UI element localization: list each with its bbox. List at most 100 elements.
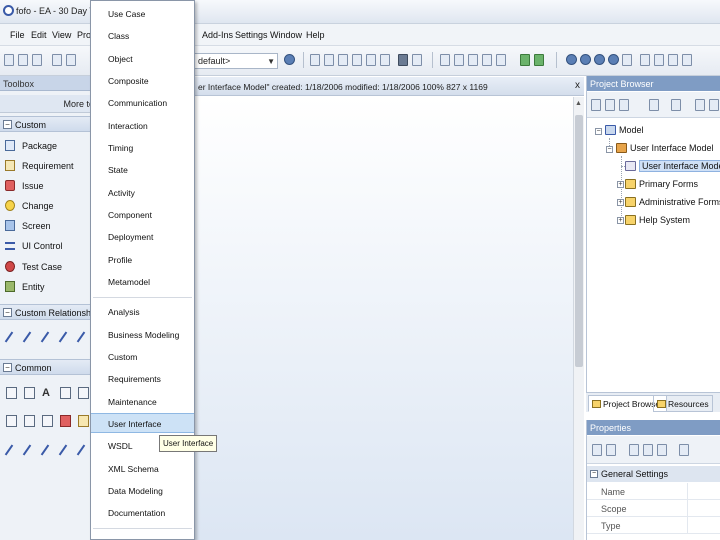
document-icon[interactable] [324, 54, 334, 66]
new-model-icon[interactable] [591, 99, 601, 111]
menu-item-state[interactable]: State [91, 160, 194, 180]
font-icon[interactable] [352, 54, 362, 66]
zoom-out-icon[interactable] [580, 54, 591, 65]
tree-expand-icon[interactable]: + [617, 217, 624, 224]
tree-expand-icon[interactable]: − [595, 128, 602, 135]
new-element-icon[interactable] [649, 99, 659, 111]
layout-bottom-icon[interactable] [496, 54, 506, 66]
property-row-name[interactable]: Name [587, 483, 720, 500]
property-row-type[interactable]: Type [587, 517, 720, 534]
collapse-icon[interactable]: − [3, 308, 12, 317]
menu-file[interactable]: File [10, 30, 25, 40]
tree-expand-icon[interactable]: + [617, 181, 624, 188]
toolbox-item-screen[interactable]: Screen [0, 217, 100, 235]
line-icon[interactable] [412, 54, 422, 66]
save-icon[interactable] [32, 54, 42, 66]
format-icon[interactable] [366, 54, 376, 66]
trace-icon[interactable] [60, 330, 71, 342]
zoom-fit-icon[interactable] [594, 54, 605, 65]
close-icon[interactable]: x [575, 80, 580, 91]
collapse-icon[interactable]: − [3, 120, 12, 129]
menu-item-object[interactable]: Object [91, 49, 194, 69]
menu-item-class[interactable]: Class [91, 26, 194, 46]
menu-item-activity[interactable]: Activity [91, 183, 194, 203]
open-icon[interactable] [18, 54, 28, 66]
toolbox-item-test-case[interactable]: Test Case [0, 258, 100, 276]
constraint-icon[interactable] [24, 415, 35, 427]
group-custom[interactable]: − Custom [0, 116, 100, 132]
cut-icon[interactable] [52, 54, 62, 66]
document-icon[interactable] [24, 387, 35, 399]
property-filter-icon[interactable] [679, 444, 689, 456]
menu-add-ins[interactable]: Add-Ins [202, 30, 233, 40]
property-value[interactable] [687, 500, 720, 517]
tree-expand-icon[interactable]: − [606, 146, 613, 153]
menu-item-component[interactable]: Component [91, 205, 194, 225]
menu-view[interactable]: View [52, 30, 71, 40]
issue-icon[interactable] [60, 415, 71, 427]
menu-item-requirements[interactable]: Requirements [91, 369, 194, 389]
table-icon[interactable] [338, 54, 348, 66]
copy-icon[interactable] [66, 54, 76, 66]
properties-icon[interactable] [640, 54, 650, 66]
tree-expand-icon[interactable]: + [617, 199, 624, 206]
menu-item-maintenance[interactable]: Maintenance [91, 392, 194, 412]
menu-item-use-case[interactable]: Use Case [91, 4, 194, 24]
browser-options-icon[interactable] [671, 99, 681, 111]
zoom-normal-icon[interactable] [608, 54, 619, 65]
menu-item-profile[interactable]: Profile [91, 250, 194, 270]
categorized-icon[interactable] [592, 444, 602, 456]
diagram-style-combo[interactable]: default> ▼ [194, 53, 278, 69]
boundary-icon[interactable] [78, 387, 89, 399]
collapse-icon[interactable]: − [3, 363, 12, 372]
toolbox-item-ui-control[interactable]: UI Control [0, 237, 100, 255]
menu-item-xml-schema[interactable]: XML Schema [91, 459, 194, 479]
menu-window[interactable]: Window [270, 30, 302, 40]
text-icon[interactable]: A [42, 387, 53, 399]
toolbox-item-change[interactable]: Change [0, 197, 100, 215]
menu-item-business-modeling[interactable]: Business Modeling [91, 325, 194, 345]
new-package-icon[interactable] [605, 99, 615, 111]
scroll-up-icon[interactable]: ▲ [575, 100, 582, 107]
layout-center-icon[interactable] [454, 54, 464, 66]
note-icon[interactable] [6, 387, 17, 399]
association-icon[interactable] [6, 330, 17, 342]
layout-top-icon[interactable] [482, 54, 492, 66]
scroll-thumb[interactable] [575, 115, 583, 367]
link-icon[interactable] [24, 443, 35, 455]
menu-item-deployment[interactable]: Deployment [91, 227, 194, 247]
information-flow-icon[interactable] [60, 443, 71, 455]
property-value[interactable] [687, 483, 720, 500]
layout-left-icon[interactable] [440, 54, 450, 66]
more-tools-button[interactable]: More to [0, 95, 100, 113]
new-diagram-icon[interactable] [619, 99, 629, 111]
group-custom-relationships[interactable]: − Custom Relationships [0, 304, 103, 320]
menu-item-interaction[interactable]: Interaction [91, 116, 194, 136]
general-settings-group[interactable]: − General Settings [587, 466, 720, 482]
toolbox-item-requirement[interactable]: Requirement [0, 157, 100, 175]
trace-link-icon[interactable] [78, 443, 89, 455]
property-tool-icon[interactable] [657, 444, 667, 456]
toolbox-item-package[interactable]: Package [0, 137, 100, 155]
zoom-icon[interactable] [284, 54, 295, 65]
settings-icon[interactable] [654, 54, 664, 66]
layout-right-icon[interactable] [468, 54, 478, 66]
package-icon[interactable] [78, 415, 89, 427]
align-icon[interactable] [380, 54, 390, 66]
menu-item-data-modeling[interactable]: Data Modeling [91, 481, 194, 501]
note-link-icon[interactable] [42, 443, 53, 455]
menu-edit[interactable]: Edit [31, 30, 47, 40]
artifact-icon[interactable] [6, 415, 17, 427]
group-common[interactable]: − Common [0, 359, 100, 375]
property-row-scope[interactable]: Scope [587, 500, 720, 517]
collapse-icon[interactable]: − [590, 470, 598, 478]
menu-item-composite[interactable]: Composite [91, 71, 194, 91]
list-icon[interactable] [60, 387, 71, 399]
chevron-down-icon[interactable]: ▼ [267, 57, 275, 66]
vertical-scrollbar[interactable]: ▲ [573, 97, 584, 540]
delete-icon[interactable] [682, 54, 692, 66]
menu-item-documentation[interactable]: Documentation [91, 503, 194, 523]
dependency-icon[interactable] [24, 330, 35, 342]
check-icon[interactable] [42, 415, 53, 427]
property-value[interactable] [687, 517, 720, 534]
